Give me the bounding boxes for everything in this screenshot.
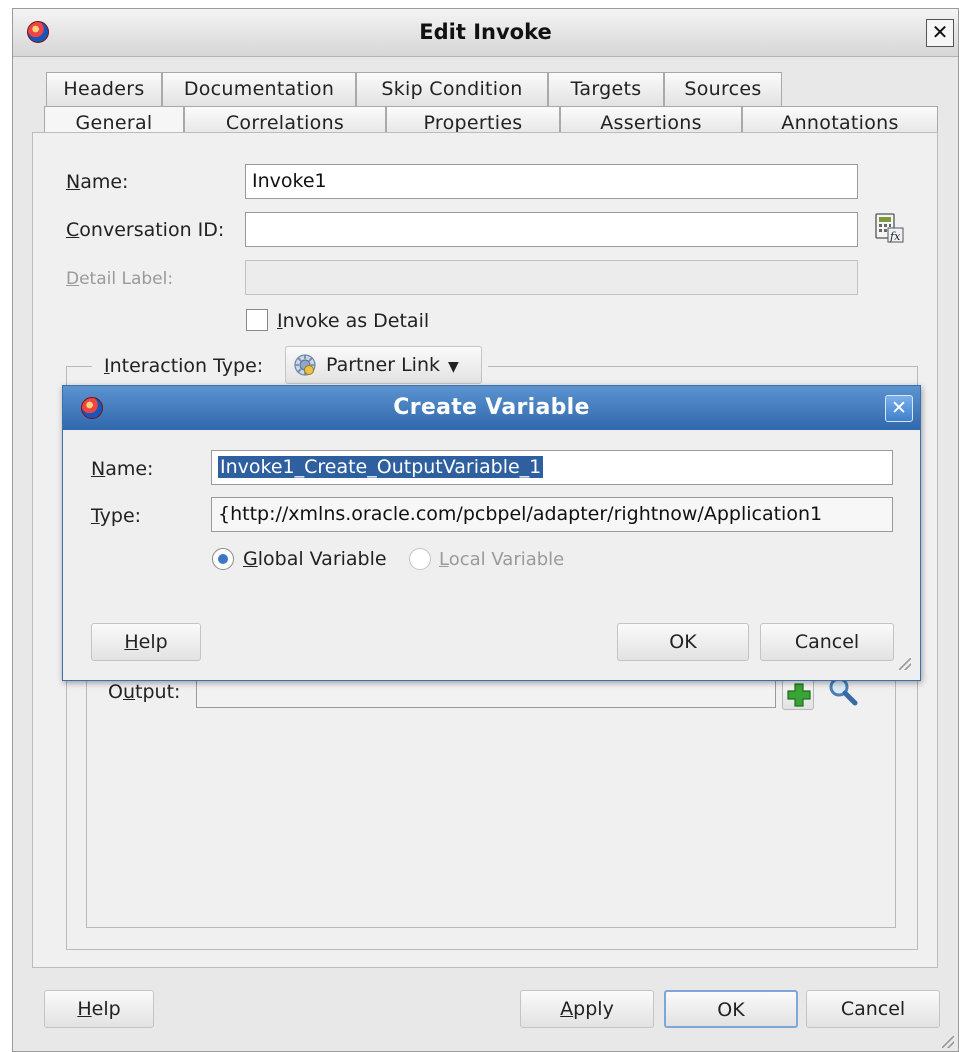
close-icon: ✕ <box>931 20 949 44</box>
detail-label-label: Detail Label: <box>66 269 174 289</box>
dialog-title-bar[interactable]: Create Variable ✕ <box>63 386 920 430</box>
global-variable-label: Global Variable <box>243 548 387 570</box>
interaction-type-dropdown[interactable]: Partner Link ▼ <box>285 346 482 384</box>
global-variable-radio[interactable] <box>212 548 234 570</box>
close-icon: ✕ <box>891 397 907 419</box>
name-label: Name: <box>66 171 129 193</box>
dialog-title: Create Variable <box>393 395 590 420</box>
name-field[interactable]: Invoke1 <box>245 164 858 199</box>
variable-type-field: {http://xmlns.oracle.com/pcbpel/adapter/… <box>211 497 893 532</box>
conversation-id-field[interactable] <box>245 212 858 247</box>
window-resize-grip[interactable] <box>942 1036 954 1048</box>
add-icon <box>787 683 811 707</box>
cancel-button[interactable]: Cancel <box>806 990 940 1028</box>
ok-button[interactable]: OK <box>664 990 798 1028</box>
create-variable-dialog: Create Variable ✕ Name: Invoke1_Create_O… <box>62 385 921 681</box>
variable-name-field[interactable]: Invoke1_Create_OutputVariable_1 <box>211 450 893 485</box>
interaction-type-label: Interaction Type: <box>104 355 264 377</box>
window-close-button[interactable]: ✕ <box>926 19 954 47</box>
variable-name-label: Name: <box>91 458 154 480</box>
invoke-as-detail-checkbox[interactable] <box>246 309 268 331</box>
detail-label-field <box>245 260 858 295</box>
dialog-ok-button[interactable]: OK <box>617 623 749 661</box>
dialog-cancel-button[interactable]: Cancel <box>760 623 894 661</box>
window-title-bar[interactable]: Edit Invoke ✕ <box>13 9 958 57</box>
chevron-down-icon: ▼ <box>448 359 459 375</box>
tab-sources[interactable]: Sources <box>664 72 782 106</box>
local-variable-label: Local Variable <box>439 549 565 570</box>
apply-button[interactable]: Apply <box>520 990 654 1028</box>
conversation-id-label: Conversation ID: <box>66 219 225 241</box>
invoke-as-detail-label: Invoke as Detail <box>277 310 430 332</box>
svg-text:fx: fx <box>889 230 901 243</box>
expression-builder-icon[interactable]: fx <box>874 213 904 243</box>
dialog-resize-grip[interactable] <box>899 658 911 670</box>
tab-headers[interactable]: Headers <box>46 72 162 106</box>
tab-targets[interactable]: Targets <box>548 72 664 106</box>
interaction-type-value: Partner Link <box>326 354 440 376</box>
output-label: Output: <box>108 681 181 703</box>
tab-skip-condition[interactable]: Skip Condition <box>356 72 548 106</box>
window-title: Edit Invoke <box>419 20 552 44</box>
dialog-close-button[interactable]: ✕ <box>885 395 913 422</box>
partner-link-icon <box>293 353 317 377</box>
help-button[interactable]: Help <box>44 990 154 1028</box>
dialog-help-button[interactable]: Help <box>91 623 201 661</box>
selected-text: Invoke1_Create_OutputVariable_1 <box>218 456 544 478</box>
variable-type-label: Type: <box>91 505 142 527</box>
create-variable-button[interactable] <box>782 678 814 710</box>
local-variable-radio <box>409 548 431 570</box>
tab-documentation[interactable]: Documentation <box>162 72 356 106</box>
